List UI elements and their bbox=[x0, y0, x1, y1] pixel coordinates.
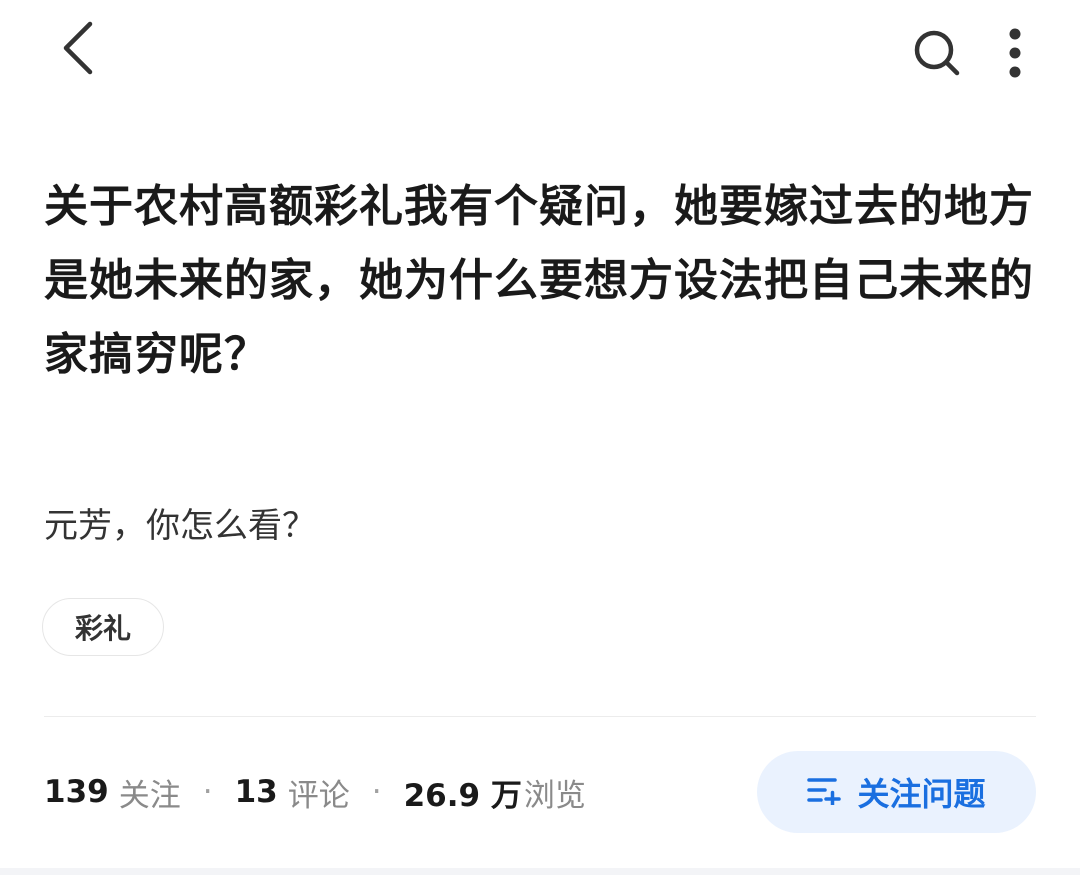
search-button[interactable] bbox=[906, 24, 968, 86]
question-stats: 139 关注 · 13 评论 · 26.9 万 浏览 bbox=[44, 766, 586, 818]
more-options-button[interactable] bbox=[992, 24, 1038, 86]
stats-separator: · bbox=[202, 774, 213, 810]
followers-label: 关注 bbox=[118, 777, 181, 814]
stats-separator: · bbox=[371, 774, 382, 810]
chevron-left-icon bbox=[58, 20, 98, 80]
follow-question-button[interactable]: 关注问题 bbox=[757, 751, 1036, 833]
follow-question-label: 关注问题 bbox=[857, 775, 986, 813]
question-description: 元芳，你怎么看？ bbox=[44, 506, 316, 546]
back-button[interactable] bbox=[48, 18, 108, 82]
search-icon bbox=[912, 28, 962, 82]
topic-tag[interactable]: 彩礼 bbox=[42, 598, 164, 656]
comments-count: 13 bbox=[234, 774, 278, 810]
comments-label: 评论 bbox=[287, 777, 350, 814]
views-label: 浏览 bbox=[523, 777, 586, 814]
views-count: 26.9 万 bbox=[403, 777, 522, 814]
question-title: 关于农村高额彩礼我有个疑问，她要嫁过去的地方是她未来的家，她为什么要想方设法把自… bbox=[44, 181, 1034, 380]
followers-count: 139 bbox=[44, 774, 109, 810]
more-vertical-icon bbox=[1007, 28, 1023, 82]
bottom-strip bbox=[0, 868, 1080, 875]
top-navigation-bar bbox=[0, 0, 1080, 110]
add-to-list-icon bbox=[807, 775, 842, 809]
divider bbox=[44, 716, 1036, 717]
